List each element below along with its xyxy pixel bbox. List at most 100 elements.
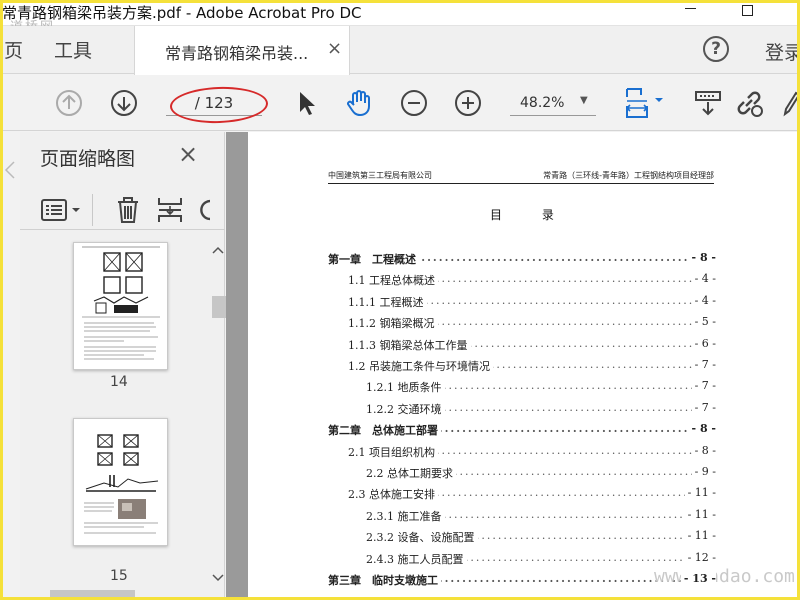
- thumbnail-page-14[interactable]: [73, 242, 168, 370]
- toc-entry-text: 2.3.1 施工准备: [366, 507, 445, 524]
- panel-tool-divider: [92, 194, 93, 226]
- toc-entry-text: 1.1.1 工程概述: [348, 293, 427, 310]
- toc-entry[interactable]: ........................................…: [366, 377, 716, 397]
- toc-entry-page: - 8 -: [688, 422, 716, 436]
- options-menu-icon[interactable]: [40, 196, 86, 228]
- toc-entry-text: 1.2.2 交通环境: [366, 400, 445, 417]
- sign-icon[interactable]: [782, 87, 800, 119]
- prev-page-icon[interactable]: [53, 87, 85, 119]
- toc-entry[interactable]: ........................................…: [366, 506, 716, 526]
- menu-tools[interactable]: 工具: [54, 36, 92, 63]
- horizontal-scrollbar[interactable]: [20, 588, 210, 600]
- toc-entry-text: 1.2 吊装施工条件与环境情况: [348, 358, 493, 374]
- toc-entry-page: - 4 -: [691, 293, 716, 307]
- scrollbar-thumb[interactable]: [212, 296, 227, 318]
- left-gutter: [0, 132, 20, 600]
- toc-entry-page: - 7 -: [691, 379, 716, 393]
- thumbnail-label-14: 14: [110, 374, 128, 390]
- minimize-icon: [684, 7, 696, 9]
- toc-entry-page: - 12 -: [684, 550, 716, 564]
- toc-entry-page: - 11 -: [684, 529, 716, 543]
- toc-entry-text: 第三章 临时支墩施工: [328, 572, 441, 588]
- toc-entry-text: 1.1 工程总体概述: [348, 272, 438, 289]
- toc-entry-text: 2.1 项目组织机构: [348, 443, 438, 460]
- toc-entry-page: - 9 -: [691, 465, 716, 478]
- toc-entry-text: 2.3 总体施工安排: [348, 486, 438, 503]
- toc-entry-page: - 13 -: [680, 572, 716, 585]
- minimize-button[interactable]: [670, 0, 710, 26]
- toc-entry-text: 第一章 工程概述: [328, 251, 419, 267]
- header-right: 常青路（三环线-青年路）工程钢结构项目经理部: [543, 171, 714, 180]
- toc-entry[interactable]: ........................................…: [348, 356, 716, 376]
- document-view[interactable]: 中国建筑第三工程局有限公司 常青路（三环线-青年路）工程钢结构项目经理部 目 录…: [226, 132, 800, 600]
- toc-entry[interactable]: ........................................…: [348, 292, 716, 312]
- link-icon[interactable]: [733, 87, 765, 119]
- delete-icon[interactable]: [114, 195, 142, 229]
- toc-entry-text: 1.2.1 地质条件: [366, 379, 445, 396]
- toc-entry[interactable]: ........................................…: [348, 270, 716, 290]
- panel-toolbar: [20, 190, 225, 230]
- thumbnail-label-15: 15: [110, 568, 128, 584]
- document-tab[interactable]: 常青路钢箱梁吊装... ×: [134, 26, 350, 75]
- toc-entry[interactable]: ........................................…: [328, 249, 716, 269]
- toc-entry-page: - 8 -: [691, 443, 716, 457]
- toc-entry-page: - 7 -: [691, 400, 716, 414]
- document-page: 中国建筑第三工程局有限公司 常青路（三环线-青年路）工程钢结构项目经理部 目 录…: [248, 132, 800, 600]
- thumbnail-panel: 页面缩略图 × 14 15: [20, 132, 227, 600]
- site-watermark-bottom: www.cndao.com: [654, 566, 795, 587]
- help-icon[interactable]: ?: [703, 36, 729, 62]
- title-bar: 常青路钢箱梁吊装方案.pdf - Adobe Acrobat Pro DC 道桥…: [0, 0, 800, 35]
- toc-entry[interactable]: ........................................…: [366, 399, 716, 419]
- login-button[interactable]: 登录: [765, 38, 800, 65]
- toc-entry-text: 2.3.2 设备、设施配置: [366, 529, 478, 546]
- toc-entry[interactable]: ........................................…: [366, 527, 716, 547]
- menu-home[interactable]: 页: [4, 36, 23, 63]
- maximize-icon: [741, 4, 753, 16]
- toc-entry-page: - 7 -: [691, 358, 716, 371]
- toc-entry-text: 2.2 总体工期要求: [366, 465, 456, 481]
- toc-entry-text: 1.1.2 钢箱梁概况: [348, 315, 438, 332]
- toc-entry[interactable]: ........................................…: [328, 420, 716, 440]
- toc-entry[interactable]: ........................................…: [366, 463, 716, 483]
- chevron-down-icon: ▼: [580, 95, 588, 106]
- thumbnail-scrollbar[interactable]: [210, 240, 227, 590]
- window-title: 常青路钢箱梁吊装方案.pdf - Adobe Acrobat Pro DC: [2, 4, 362, 22]
- toc-entry-page: - 4 -: [691, 272, 716, 286]
- close-panel-icon[interactable]: ×: [178, 140, 198, 168]
- thumbnail-list: 14 15: [20, 238, 210, 600]
- extract-pages-icon[interactable]: [156, 195, 184, 229]
- toc-entry-text: 第二章 总体施工部署: [328, 422, 441, 439]
- zoom-dropdown[interactable]: 48.2% ▼: [510, 92, 596, 116]
- hand-icon[interactable]: [343, 87, 375, 119]
- fit-page-icon[interactable]: [620, 87, 668, 119]
- toc-entry-text: 2.4.3 施工人员配置: [366, 550, 467, 567]
- page-header: 中国建筑第三工程局有限公司 常青路（三环线-青年路）工程钢结构项目经理部: [328, 170, 714, 184]
- toc-entry-page: - 8 -: [688, 251, 716, 264]
- toc-entry-text: 1.1.3 钢箱梁总体工作量: [348, 336, 471, 353]
- close-tab-icon[interactable]: ×: [327, 38, 342, 59]
- toc-entry-page: - 11 -: [684, 486, 716, 500]
- maximize-button[interactable]: [727, 0, 767, 26]
- toc-title: 目 录: [490, 208, 572, 222]
- toc-entry-page: - 11 -: [684, 507, 716, 521]
- toc-entry-page: - 6 -: [691, 336, 716, 350]
- rotate-icon[interactable]: [196, 195, 210, 229]
- menu-tab-bar: 页 工具 常青路钢箱梁吊装... × ? 登录: [0, 26, 800, 75]
- document-tab-label: 常青路钢箱梁吊装...: [165, 44, 309, 63]
- toc-entry-page: - 5 -: [691, 315, 716, 329]
- scroll-down-icon[interactable]: [210, 570, 225, 584]
- panel-title: 页面缩略图: [40, 148, 136, 170]
- toc-entry[interactable]: ........................................…: [348, 335, 716, 355]
- zoom-in-icon[interactable]: [452, 87, 484, 119]
- toc-entry[interactable]: ........................................…: [348, 313, 716, 333]
- scroll-up-icon[interactable]: [210, 244, 225, 258]
- thumbnail-page-15[interactable]: [73, 418, 168, 546]
- zoom-out-icon[interactable]: [398, 87, 430, 119]
- select-arrow-icon[interactable]: [290, 87, 322, 119]
- horizontal-scroll-thumb[interactable]: [50, 590, 135, 600]
- zoom-value: 48.2%: [520, 95, 565, 111]
- next-page-icon[interactable]: [108, 87, 140, 119]
- toc-entry[interactable]: ........................................…: [348, 442, 716, 462]
- toc-entry[interactable]: ........................................…: [348, 484, 716, 504]
- scroll-mode-icon[interactable]: [692, 87, 724, 119]
